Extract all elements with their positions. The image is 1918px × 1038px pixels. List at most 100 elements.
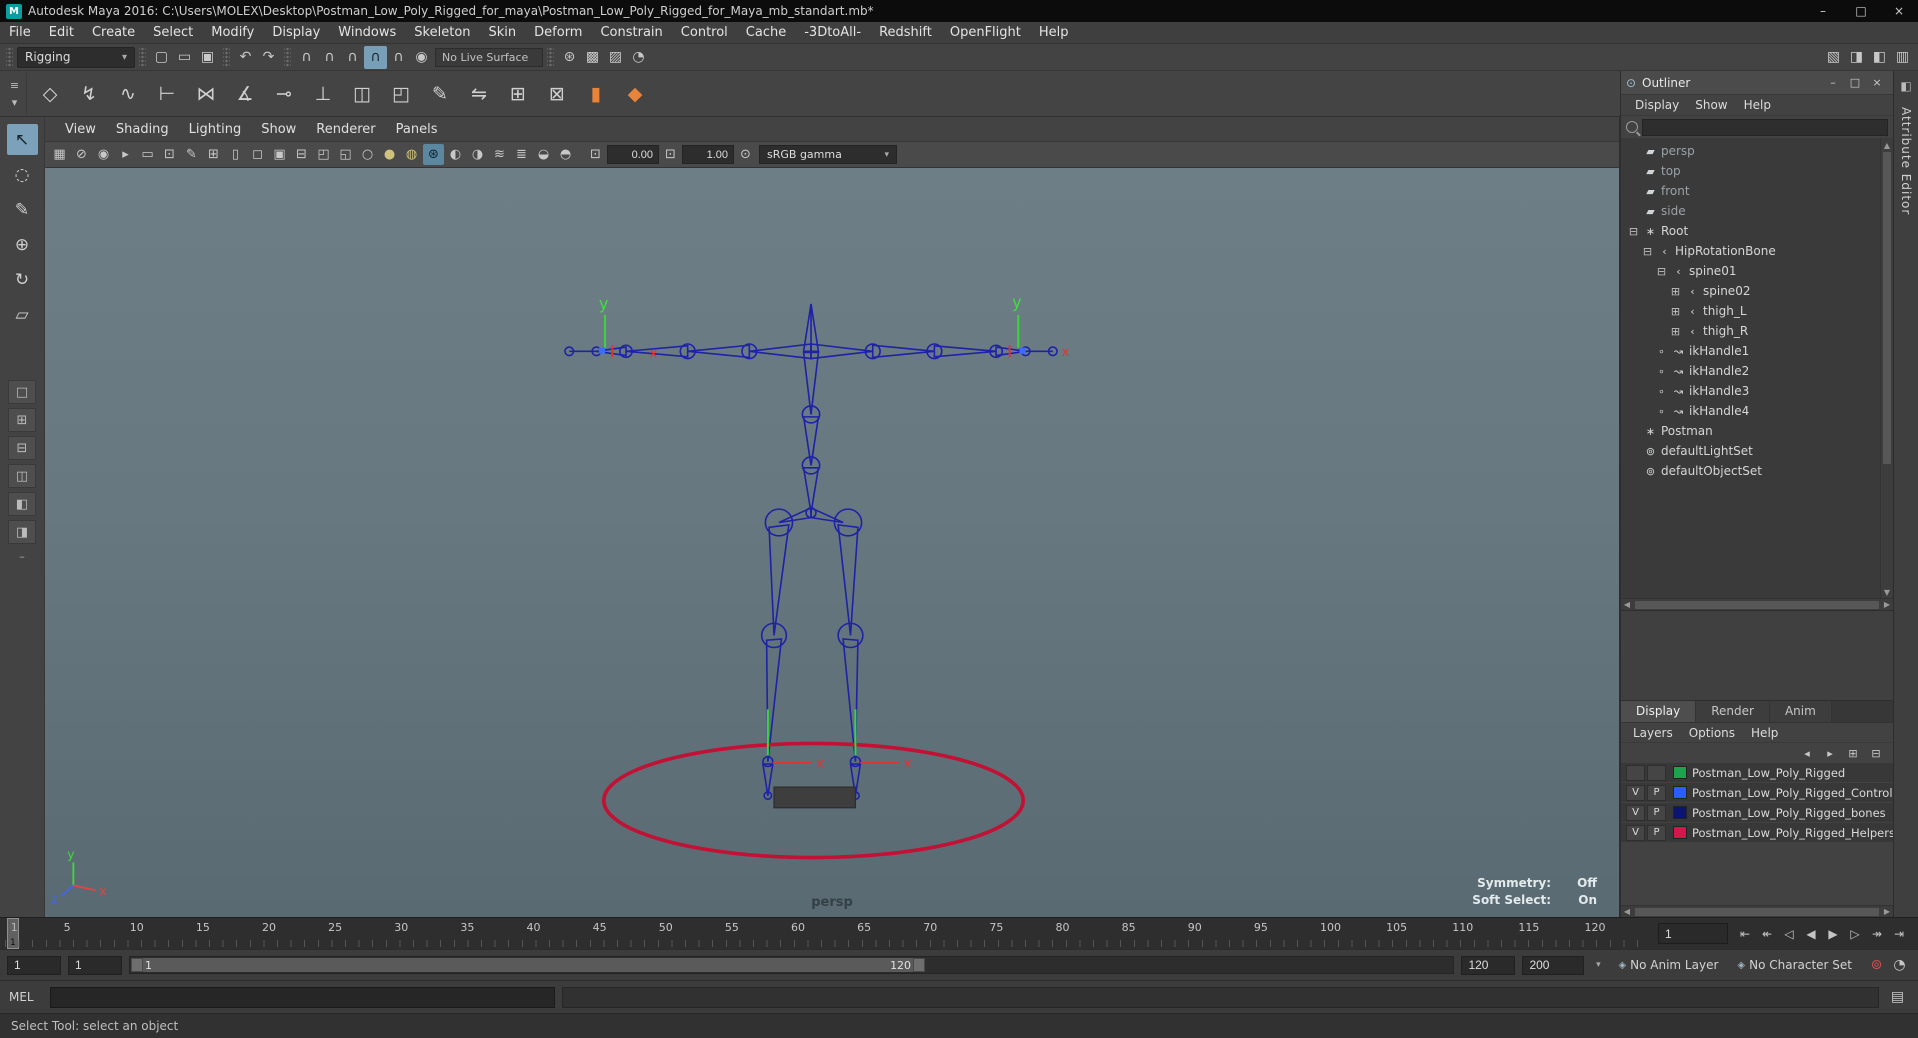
- menu-item[interactable]: Display: [263, 22, 329, 44]
- outliner-item-thigh-r[interactable]: ⊞ ‹ thigh_R: [1621, 321, 1880, 341]
- command-language-label[interactable]: MEL: [9, 990, 43, 1004]
- play-backwards-button[interactable]: ◀: [1801, 924, 1821, 944]
- outliner-item-side[interactable]: ▰ side: [1621, 201, 1880, 221]
- layer-menu-item[interactable]: Help: [1743, 726, 1786, 740]
- snap-to-projected-center-icon[interactable]: ∩: [364, 45, 387, 69]
- layer-color-swatch[interactable]: [1673, 826, 1687, 839]
- wireframe-icon[interactable]: ○: [357, 144, 378, 165]
- gamma-field[interactable]: [682, 145, 734, 164]
- character-set-selector[interactable]: ◈ No Character Set: [1731, 955, 1858, 975]
- attribute-editor-strip[interactable]: ◧ Attribute Editor: [1893, 71, 1918, 917]
- shelf-ik-handle-tool[interactable]: ↯: [71, 76, 107, 112]
- expander-icon[interactable]: ∘: [1655, 365, 1668, 378]
- range-slider-track[interactable]: 1 120: [129, 956, 1455, 974]
- step-back-frame-button[interactable]: ◁: [1779, 924, 1799, 944]
- layer-color-swatch[interactable]: [1673, 786, 1687, 799]
- expander-icon[interactable]: ⊟: [1655, 265, 1668, 278]
- menu-item[interactable]: Constrain: [591, 22, 671, 44]
- menu-item[interactable]: Windows: [329, 22, 405, 44]
- outliner-horizontal-scrollbar[interactable]: ◀ ▶: [1621, 598, 1893, 610]
- menu-item[interactable]: Select: [144, 22, 202, 44]
- layer-menu-item[interactable]: Layers: [1625, 726, 1681, 740]
- menu-item[interactable]: OpenFlight: [941, 22, 1030, 44]
- wrist-manip-handle-left[interactable]: [598, 347, 606, 354]
- gamma-toggle-icon[interactable]: ⊡: [660, 144, 681, 165]
- resolution-gate-icon[interactable]: ◻: [247, 144, 268, 165]
- viewport-menu-item[interactable]: Shading: [106, 122, 179, 137]
- layer-next-icon[interactable]: ▸: [1821, 745, 1839, 761]
- restore-button[interactable]: □: [1842, 0, 1880, 22]
- shelf-paint-skin-weights[interactable]: ✎: [422, 76, 458, 112]
- xray-icon[interactable]: ◒: [533, 144, 554, 165]
- layout-three-pane-split[interactable]: ◧: [8, 492, 36, 516]
- layer-postman-low-poly-rigged-helpers[interactable]: V P Postman_Low_Poly_Rigged_Helpers: [1621, 823, 1893, 843]
- viewport-menu-item[interactable]: Panels: [386, 122, 448, 137]
- expander-icon[interactable]: ⊞: [1669, 285, 1682, 298]
- menu-item[interactable]: File: [0, 22, 40, 44]
- menu-item[interactable]: Control: [672, 22, 737, 44]
- isolate-select-icon[interactable]: ◓: [555, 144, 576, 165]
- select-tool[interactable]: ↖: [6, 124, 38, 155]
- film-gate-icon[interactable]: ▯: [225, 144, 246, 165]
- textured-icon[interactable]: ◍: [401, 144, 422, 165]
- exposure-field[interactable]: [607, 145, 659, 164]
- redo-icon[interactable]: ↷: [257, 46, 280, 69]
- layer-prev-icon[interactable]: ◂: [1798, 745, 1816, 761]
- expander-icon[interactable]: ∘: [1655, 405, 1668, 418]
- layer-visibility-toggle[interactable]: V: [1626, 804, 1645, 821]
- scroll-left-icon[interactable]: ◀: [1621, 600, 1633, 609]
- snap-to-grids-icon[interactable]: ∩: [295, 46, 318, 69]
- live-surface-field[interactable]: No Live Surface: [435, 47, 543, 67]
- grid-icon[interactable]: ⊞: [203, 144, 224, 165]
- layer-visibility-toggle[interactable]: V: [1626, 824, 1645, 841]
- add-empty-layer-icon[interactable]: ⊞: [1844, 745, 1862, 761]
- layer-menu-item[interactable]: Options: [1681, 726, 1743, 740]
- layer-color-swatch[interactable]: [1673, 806, 1687, 819]
- menu-item[interactable]: Skeleton: [405, 22, 479, 44]
- shelf-3dtoall-item-1[interactable]: ▮: [578, 76, 614, 112]
- layer-color-swatch[interactable]: [1673, 766, 1687, 779]
- outliner-item-thigh-l[interactable]: ⊞ ‹ thigh_L: [1621, 301, 1880, 321]
- gate-mask-icon[interactable]: ▣: [269, 144, 290, 165]
- safe-action-icon[interactable]: ◰: [313, 144, 334, 165]
- step-forward-key-button[interactable]: ↠: [1867, 924, 1887, 944]
- menu-set-selector[interactable]: Rigging ▾: [17, 46, 135, 68]
- expander-icon[interactable]: ⊞: [1669, 305, 1682, 318]
- layer-postman-low-poly-rigged-bones[interactable]: V P Postman_Low_Poly_Rigged_bones: [1621, 803, 1893, 823]
- construction-history-icon[interactable]: ⊛: [558, 46, 581, 69]
- current-frame-marker[interactable]: 1: [7, 918, 19, 949]
- scrollbar-thumb[interactable]: [1635, 600, 1879, 609]
- minimize-button[interactable]: –: [1804, 0, 1842, 22]
- step-back-key-button[interactable]: ↞: [1757, 924, 1777, 944]
- viewport-menu-item[interactable]: View: [55, 122, 106, 137]
- layer-visibility-toggle[interactable]: V: [1626, 784, 1645, 801]
- screen-space-ao-icon[interactable]: ◑: [467, 144, 488, 165]
- script-editor-icon[interactable]: ▤: [1886, 986, 1909, 1009]
- outliner-item-top[interactable]: ▰ top: [1621, 161, 1880, 181]
- shelf-copy-skin-weights[interactable]: ⊞: [500, 76, 536, 112]
- shelf-ik-spline-tool[interactable]: ∿: [110, 76, 146, 112]
- playback-end-field[interactable]: [1461, 955, 1516, 975]
- scroll-down-icon[interactable]: ▼: [1881, 586, 1893, 598]
- outliner-close-button[interactable]: ×: [1866, 73, 1888, 93]
- menu-item[interactable]: Redshift: [870, 22, 941, 44]
- multisample-icon[interactable]: ≣: [511, 144, 532, 165]
- snap-to-curves-icon[interactable]: ∩: [318, 46, 341, 69]
- render-settings-icon[interactable]: ◔: [627, 46, 650, 69]
- colorspace-dropdown[interactable]: sRGB gamma ▾: [759, 145, 897, 164]
- range-slider-handle[interactable]: 1 120: [131, 958, 926, 972]
- animation-end-field[interactable]: [1522, 955, 1585, 975]
- make-object-live-icon[interactable]: ◉: [410, 46, 433, 69]
- outliner-menu-item[interactable]: Display: [1627, 98, 1687, 112]
- outliner-item-root[interactable]: ⊟ ∗ Root: [1621, 221, 1880, 241]
- shadows-icon[interactable]: ◐: [445, 144, 466, 165]
- viewport-menu-item[interactable]: Renderer: [306, 122, 385, 137]
- scrollbar-thumb[interactable]: [1883, 152, 1891, 465]
- grease-pencil-icon[interactable]: ✎: [181, 144, 202, 165]
- command-result-field[interactable]: [562, 986, 1879, 1008]
- menu-item[interactable]: -3DtoAll-: [795, 22, 870, 44]
- safe-title-icon[interactable]: ◱: [335, 144, 356, 165]
- outliner-item-spine01[interactable]: ⊟ ‹ spine01: [1621, 261, 1880, 281]
- menu-item[interactable]: Cache: [737, 22, 795, 44]
- select-camera-icon[interactable]: ▦: [49, 144, 70, 165]
